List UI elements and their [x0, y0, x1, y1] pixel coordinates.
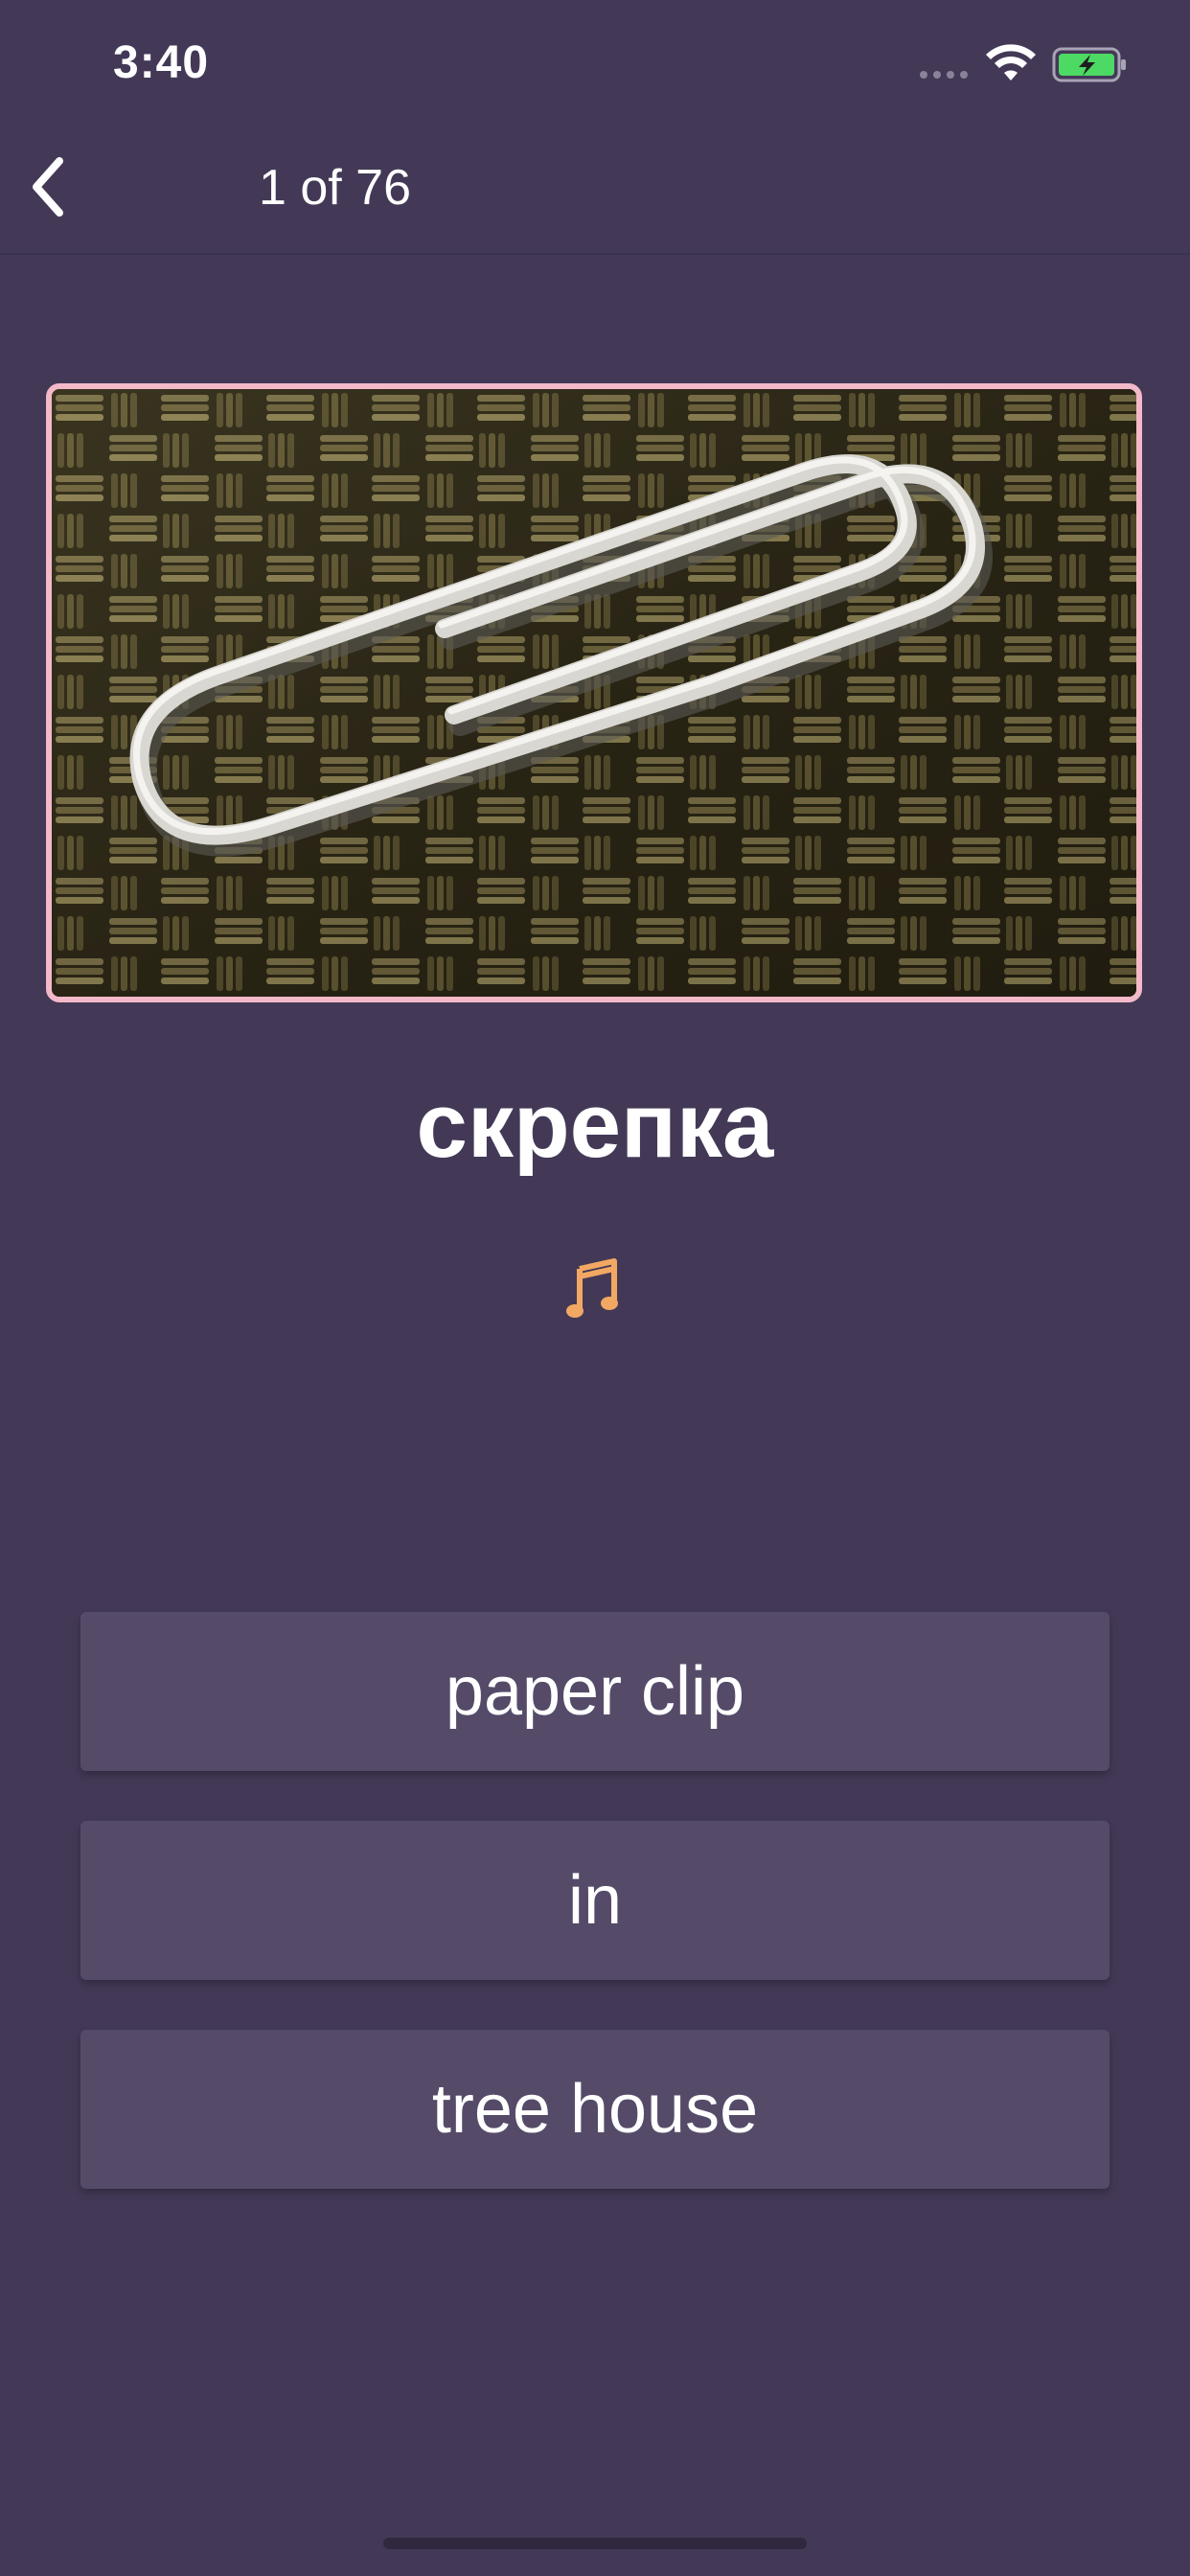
answer-option-tree-house[interactable]: tree house: [80, 2030, 1110, 2189]
play-audio-button[interactable]: [566, 1255, 624, 1322]
music-note-icon: [566, 1258, 618, 1318]
answer-options: paper clip in tree house: [80, 1612, 1110, 2239]
cellular-signal-icon: [920, 71, 968, 79]
back-button[interactable]: [17, 153, 84, 220]
status-time: 3:40: [113, 37, 210, 88]
progress-counter: 1 of 76: [259, 160, 412, 216]
wifi-icon: [985, 44, 1037, 87]
nav-bar: 1 of 76: [0, 125, 1190, 255]
home-indicator[interactable]: [383, 2538, 807, 2549]
status-bar: 3:40: [0, 0, 1190, 125]
battery-charging-icon: [1052, 46, 1129, 89]
paper-clip-photo-icon: [52, 389, 1136, 997]
chevron-left-icon: [33, 157, 63, 217]
target-word: скрепка: [416, 1074, 774, 1177]
answer-option-paper-clip[interactable]: paper clip: [80, 1612, 1110, 1771]
answer-option-in[interactable]: in: [80, 1821, 1110, 1980]
word-image: [46, 383, 1142, 1002]
